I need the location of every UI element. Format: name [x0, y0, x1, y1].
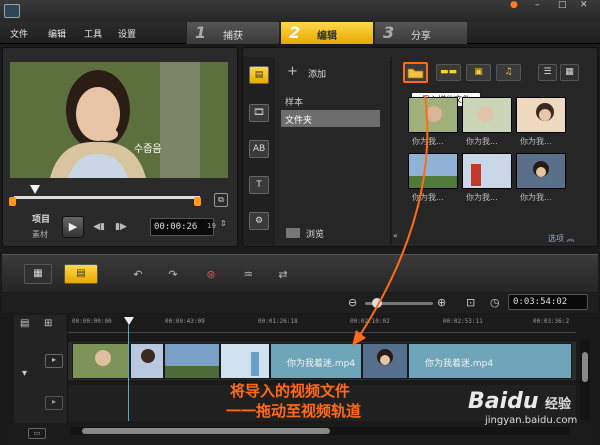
baidu-jingyan-text: 经验 — [545, 397, 572, 412]
annotation-arrow — [352, 94, 429, 346]
watermark-url: jingyan.baidu.com — [485, 415, 578, 426]
caption-line-1: 将导入的视频文件 — [230, 382, 351, 400]
caption-line-2: 一一拖动至视频轨道 — [226, 402, 362, 420]
baidu-logo-text: Baidu — [468, 389, 539, 414]
